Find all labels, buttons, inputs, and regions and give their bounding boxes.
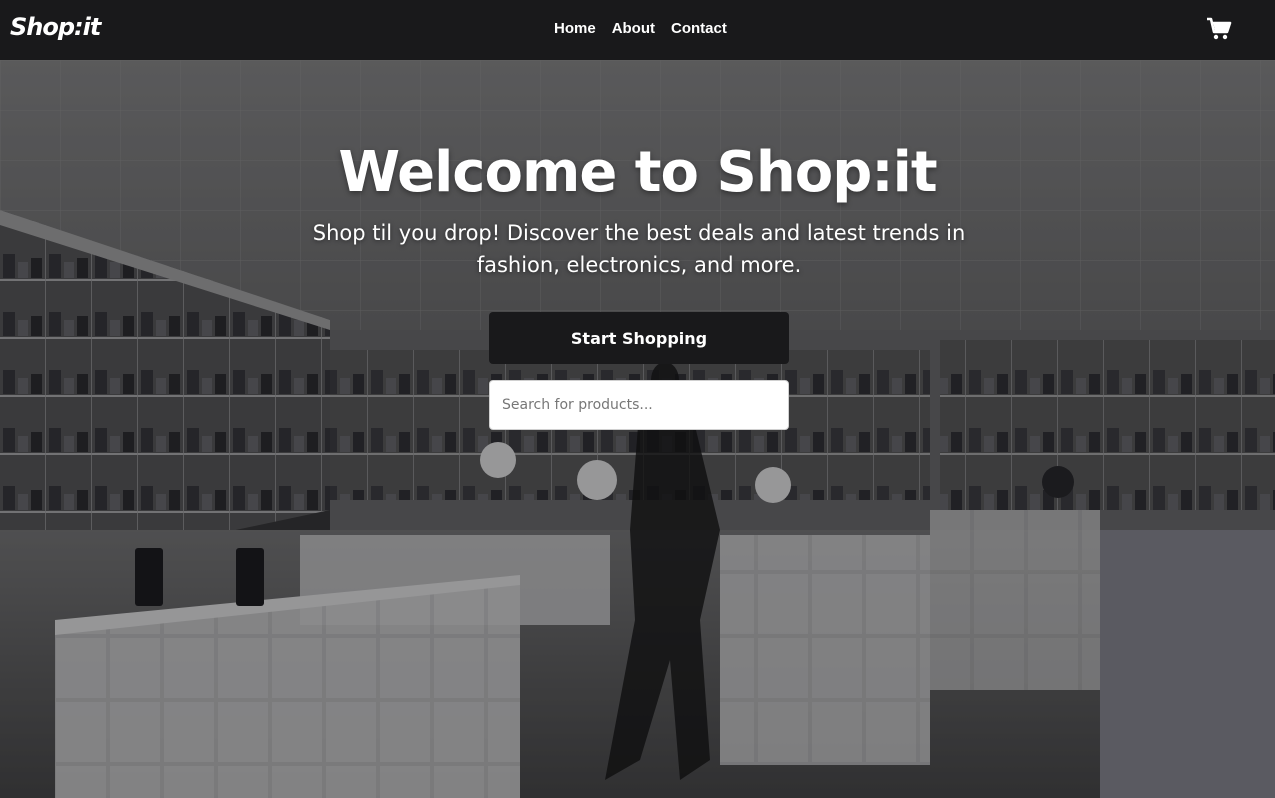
nav-link-home[interactable]: Home xyxy=(554,20,596,37)
navbar: Shop:it Home About Contact xyxy=(0,0,1275,60)
hero-section: Welcome to Shop:it Shop til you drop! Di… xyxy=(0,60,1275,798)
nav-link-contact[interactable]: Contact xyxy=(671,20,727,37)
hero-title: Welcome to Shop:it xyxy=(338,140,937,205)
hero-subtitle: Shop til you drop! Discover the best dea… xyxy=(312,221,966,277)
shopping-cart-icon[interactable] xyxy=(1206,16,1232,42)
search-input[interactable] xyxy=(489,380,789,430)
brand-logo[interactable]: Shop:it xyxy=(10,13,101,41)
nav-link-about[interactable]: About xyxy=(612,20,655,37)
start-shopping-button[interactable]: Start Shopping xyxy=(489,312,789,364)
nav-links: Home About Contact xyxy=(554,20,727,37)
